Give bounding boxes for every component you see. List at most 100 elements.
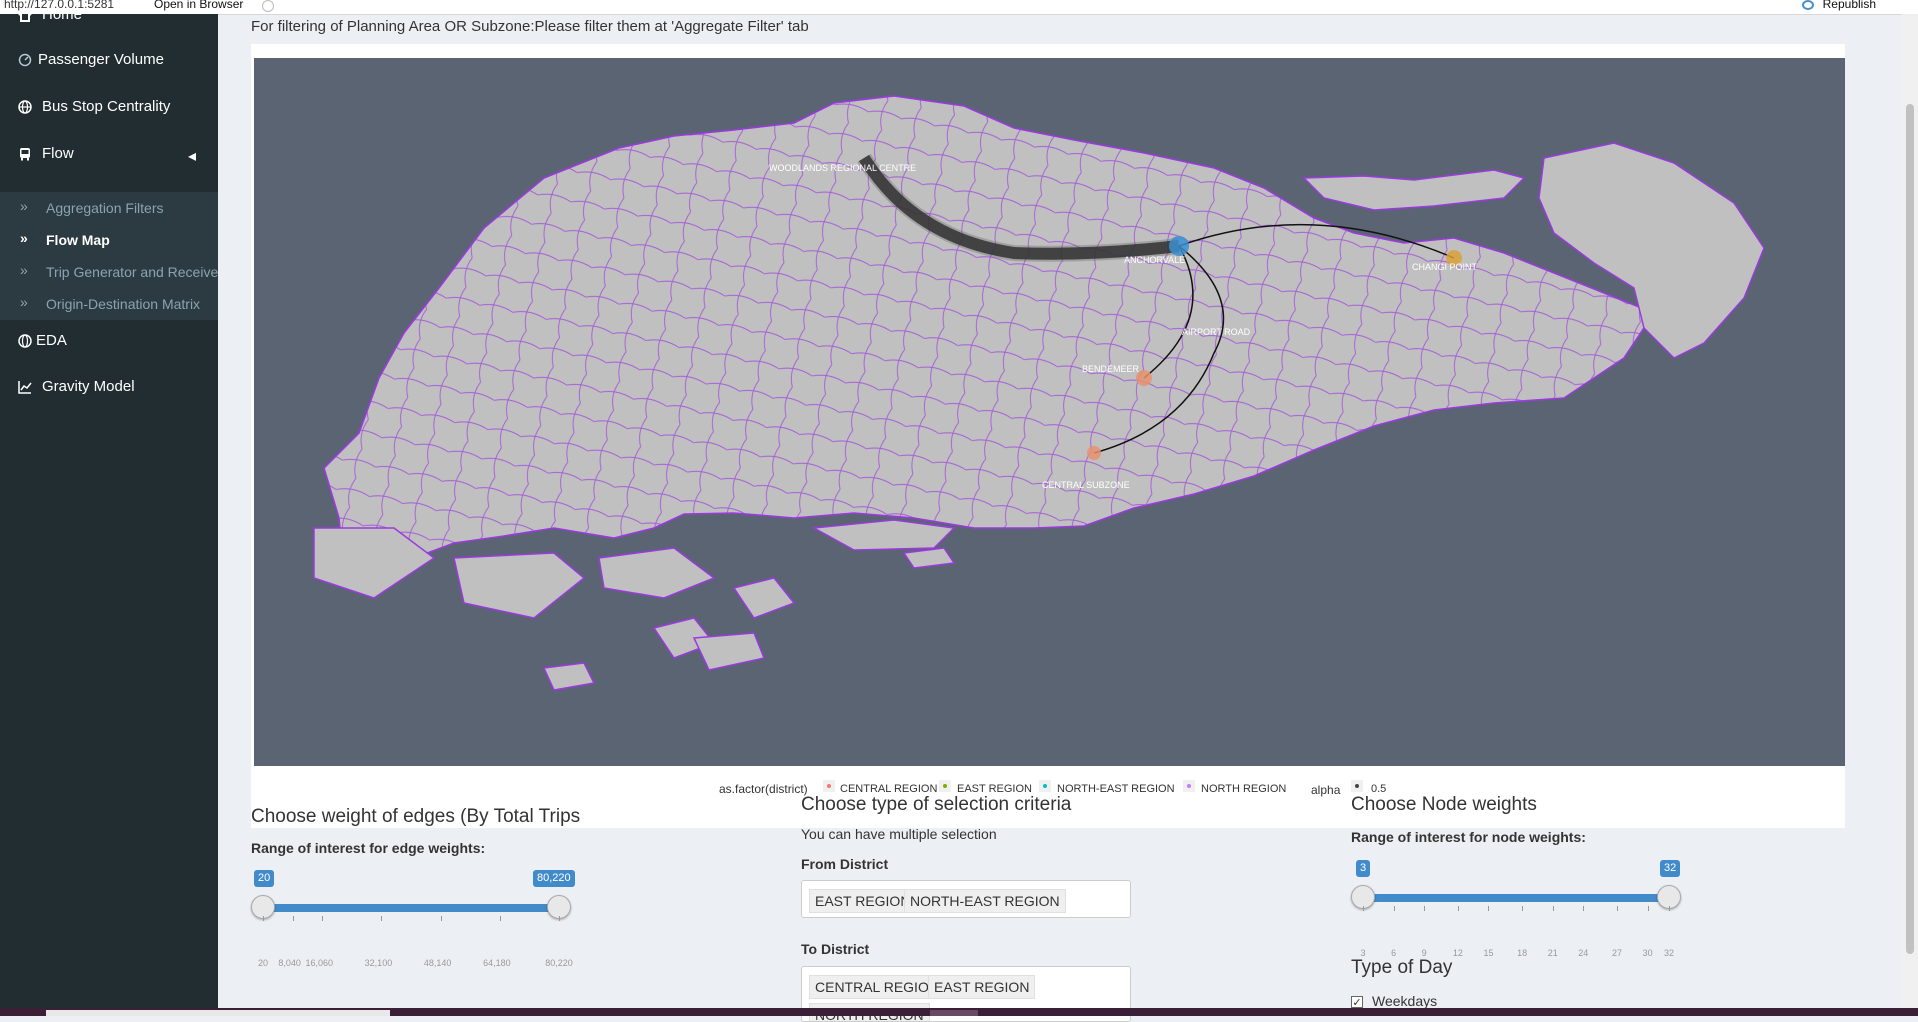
singapore-map: WOODLANDS REGIONAL CENTRE ANCHORVALE CHA… xyxy=(313,95,1765,691)
dashboard-icon xyxy=(18,53,32,67)
sidebar-item-label: EDA xyxy=(36,332,67,349)
weekdays-checkbox[interactable]: ✓ xyxy=(1351,996,1363,1009)
tick-label: 32 xyxy=(1663,948,1675,958)
tick-label: 64,180 xyxy=(483,958,511,968)
sidebar-item-bus-stop-centrality[interactable]: Bus Stop Centrality xyxy=(0,86,218,130)
reload-icon[interactable] xyxy=(262,0,274,12)
weekdays-label: Weekdays xyxy=(1372,993,1438,1009)
chevron-left-icon: ◂ xyxy=(187,148,196,165)
node-label: WOODLANDS REGIONAL CENTRE xyxy=(769,163,916,173)
tick-label: 20 xyxy=(257,958,269,968)
sidebar-item-eda[interactable]: EDA xyxy=(0,320,218,364)
slider-value-high: 80,220 xyxy=(533,870,575,887)
sidebar-item-gravity-model[interactable]: Gravity Model xyxy=(0,366,218,410)
sidebar-item-label: Flow xyxy=(42,145,74,162)
sidebar-item-passenger-volume[interactable]: Passenger Volume xyxy=(0,39,218,83)
legend-entry: NORTH-EAST REGION xyxy=(1057,783,1175,795)
from-district-select[interactable]: EAST REGION NORTH-EAST REGION xyxy=(801,880,1131,918)
edge-range-label: Range of interest for edge weights: xyxy=(251,840,486,856)
os-taskbar xyxy=(0,1008,1918,1016)
double-chevron-right-icon: » xyxy=(20,198,28,214)
sidebar-subitem-flow-map[interactable]: » Flow Map xyxy=(0,224,218,256)
home-icon xyxy=(18,7,32,22)
slider-ticks: 3 6 9 12 15 18 21 24 27 30 32 xyxy=(1360,906,1674,958)
legend-key xyxy=(939,780,951,792)
sidebar-subitem-od-matrix[interactable]: » Origin-Destination Matrix xyxy=(0,288,218,320)
double-chevron-right-icon: » xyxy=(20,262,28,278)
legend-entry: NORTH REGION xyxy=(1201,783,1287,795)
slider-value-low: 20 xyxy=(254,870,275,887)
sidebar-subitem-aggregation-filters[interactable]: » Aggregation Filters xyxy=(0,192,218,224)
sidebar: Home Passenger Volume Bus Stop Centralit… xyxy=(0,6,218,1008)
tick-label: 8,040 xyxy=(278,958,301,968)
tick-label: 12 xyxy=(1452,948,1463,958)
tick-label: 32,100 xyxy=(364,958,393,968)
type-of-day-title: Type of Day xyxy=(1351,957,1453,978)
selected-chip[interactable]: CENTRAL REGION xyxy=(809,975,945,999)
selection-hint: You can have multiple selection xyxy=(801,826,997,842)
globe-icon xyxy=(18,100,32,114)
sidebar-submenu: » Aggregation Filters » Flow Map » Trip … xyxy=(0,192,218,320)
double-chevron-right-icon: » xyxy=(20,294,28,310)
selected-chip[interactable]: EAST REGION xyxy=(928,975,1036,999)
tick-label: 27 xyxy=(1611,948,1622,958)
sidebar-item-label: Gravity Model xyxy=(42,378,135,395)
republish-button[interactable]: Republish xyxy=(1823,0,1876,11)
bus-icon xyxy=(18,147,32,161)
tick-label: 30 xyxy=(1642,948,1653,958)
legend-key xyxy=(823,780,835,792)
sidebar-item-home[interactable]: Home xyxy=(0,0,218,38)
node-label: CHANGI POINT xyxy=(1412,262,1478,272)
slider-value-high: 32 xyxy=(1660,860,1681,877)
tick-label: 24 xyxy=(1578,948,1589,958)
slider-track xyxy=(1363,894,1669,902)
sidebar-item-label: Home xyxy=(42,6,83,23)
node-label: AIRPORT ROAD xyxy=(1182,327,1251,337)
flow-map-panel: WOODLANDS REGIONAL CENTRE ANCHORVALE CHA… xyxy=(251,44,1845,828)
slider-value-low: 3 xyxy=(1356,860,1371,877)
tick-label: 15 xyxy=(1483,948,1494,958)
node-range-label: Range of interest for node weights: xyxy=(1351,829,1586,845)
node-weights-title: Choose Node weights xyxy=(1351,794,1537,815)
tick-label: 21 xyxy=(1547,948,1558,958)
edge-weights-title: Choose weight of edges (By Total Trips xyxy=(251,806,581,827)
node-weight-slider[interactable]: 3 32 3 6 9 12 15 18 21 24 27 30 32 xyxy=(1351,860,1681,958)
taskbar-app[interactable] xyxy=(46,1010,390,1016)
browser-toolbar: http://127.0.0.1:5281 Open in Browser Re… xyxy=(0,0,1918,15)
tick-label: 18 xyxy=(1517,948,1528,958)
legend-key xyxy=(1351,780,1363,792)
double-chevron-right-icon: » xyxy=(20,230,28,246)
republish-icon xyxy=(1802,0,1814,10)
selected-chip[interactable]: EAST REGION xyxy=(809,889,917,913)
node-label: CENTRAL SUBZONE xyxy=(1042,480,1130,490)
flow-map[interactable]: WOODLANDS REGIONAL CENTRE ANCHORVALE CHA… xyxy=(254,58,1845,766)
sidebar-subitem-label: Flow Map xyxy=(46,232,110,248)
tick-label: 48,140 xyxy=(423,958,452,968)
globe-icon xyxy=(18,334,32,348)
selection-criteria-title: Choose type of selection criteria xyxy=(801,794,1072,815)
sidebar-subitem-label: Trip Generator and Receiver xyxy=(46,264,218,280)
selected-chip[interactable]: NORTH-EAST REGION xyxy=(904,889,1066,913)
to-district-label: To District xyxy=(801,941,870,957)
from-district-label: From District xyxy=(801,856,889,872)
node-label: ANCHORVALE xyxy=(1124,255,1185,265)
slider-ticks: 20 8,040 16,060 32,100 48,140 64,180 80,… xyxy=(258,916,573,968)
tick-label: 16,060 xyxy=(305,958,333,968)
edge-weight-slider[interactable]: 20 80,220 20 8,040 16,060 32,100 48,140 … xyxy=(251,870,575,968)
sidebar-item-label: Passenger Volume xyxy=(38,51,164,68)
legend-key xyxy=(1183,780,1195,792)
sidebar-subitem-trip-generator[interactable]: » Trip Generator and Receiver xyxy=(0,256,218,288)
legend-alpha-title: alpha xyxy=(1311,783,1341,797)
tick-label: 80,220 xyxy=(545,958,573,968)
main-content: For filtering of Planning Area OR Subzon… xyxy=(218,14,1918,1022)
sidebar-item-flow[interactable]: Flow ◂ xyxy=(0,133,218,177)
sidebar-item-label: Bus Stop Centrality xyxy=(42,98,171,115)
node-label: BENDEMEER xyxy=(1082,364,1140,374)
taskbar-app[interactable] xyxy=(930,1010,978,1016)
scrollbar-thumb[interactable] xyxy=(1906,104,1914,954)
slider-track xyxy=(263,904,559,912)
filter-note: For filtering of Planning Area OR Subzon… xyxy=(251,18,809,35)
legend-title: as.factor(district) xyxy=(719,782,808,796)
page-scrollbar[interactable] xyxy=(1902,14,1918,1008)
sidebar-subitem-label: Aggregation Filters xyxy=(46,200,164,216)
